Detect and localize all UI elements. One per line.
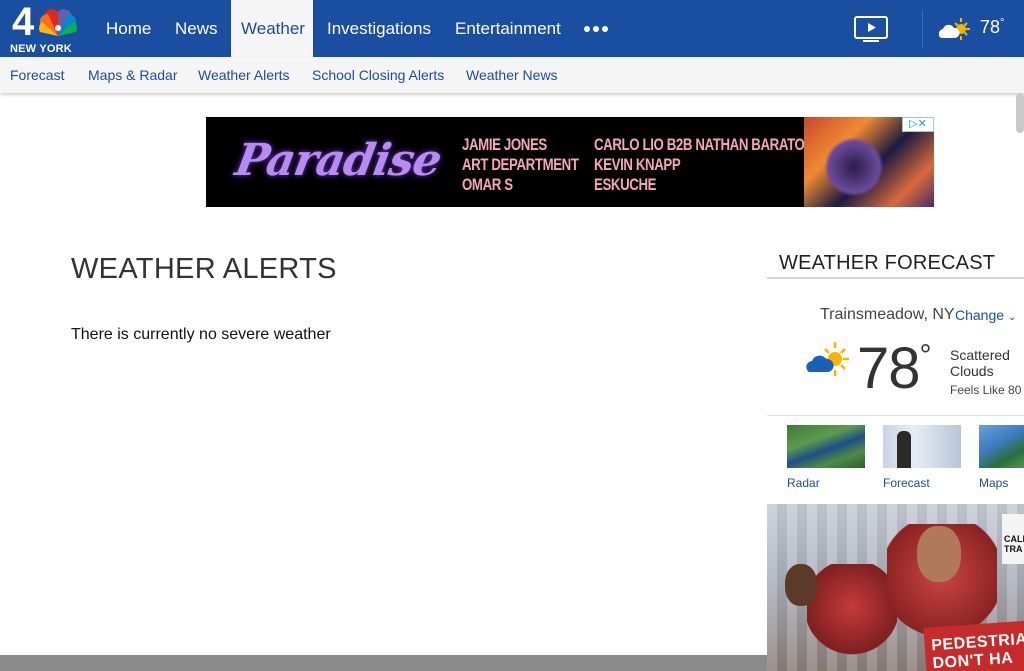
subnav-weather-alerts[interactable]: Weather Alerts	[198, 57, 290, 93]
maps-thumbnail[interactable]	[979, 425, 1024, 468]
page-title: WEATHER ALERTS	[71, 253, 337, 285]
no-alerts-message: There is currently no severe weather	[71, 326, 331, 343]
ad-lineup-col1: JAMIE JONES ART DEPARTMENT OMAR S	[462, 135, 579, 194]
logo-number: 4	[12, 0, 34, 44]
nav-investigations[interactable]: Investigations	[317, 0, 441, 57]
top-nav: 4 NEW YORK Home News Weather Investigati…	[0, 0, 1024, 57]
peacock-icon	[39, 9, 77, 36]
ad-lineup-col2: CARLO LIO B2B NATHAN BARATO KEVIN KNAPP …	[594, 135, 805, 194]
widget-title: WEATHER FORECAST	[779, 252, 996, 274]
ad-banner[interactable]: Paradise JAMIE JONES ART DEPARTMENT OMAR…	[206, 117, 934, 207]
video-play-icon[interactable]	[853, 15, 889, 43]
promo-badge-text: CALIFORNIA TRA SAF	[1004, 534, 1024, 554]
partly-cloudy-sun-icon[interactable]	[937, 16, 973, 42]
maps-link[interactable]: Maps	[979, 476, 1008, 490]
subnav-maps-radar[interactable]: Maps & Radar	[88, 57, 177, 93]
nav-news[interactable]: News	[165, 0, 228, 57]
horizontal-scrollbar[interactable]	[0, 655, 767, 671]
nav-home[interactable]: Home	[96, 0, 161, 57]
weather-subnav: Forecast Maps & Radar Weather Alerts Sch…	[0, 57, 1024, 93]
scrollbar-thumb[interactable]	[1016, 93, 1024, 133]
feels-like: Feels Like 80 °	[950, 383, 1024, 397]
forecast-thumbnail[interactable]	[883, 425, 961, 468]
radar-link[interactable]: Radar	[787, 476, 820, 490]
current-condition: Scattered Clouds	[950, 347, 1010, 379]
partly-cloudy-sun-icon	[806, 342, 849, 376]
forecast-location: Trainsmeadow, NY	[820, 306, 955, 323]
more-dots-icon[interactable]	[584, 26, 608, 36]
promo-banner-text: PEDESTRIA DON'T HA	[930, 630, 1024, 671]
nbc4-logo[interactable]: 4 NEW YORK	[8, 0, 82, 55]
ad-brand: Paradise	[231, 135, 445, 186]
widget-title-divider	[767, 277, 1024, 279]
nav-divider	[922, 10, 923, 48]
subnav-weather-news[interactable]: Weather News	[466, 57, 558, 93]
subnav-forecast[interactable]: Forecast	[10, 57, 64, 93]
subnav-school-closing-alerts[interactable]: School Closing Alerts	[312, 57, 444, 93]
weather-forecast-widget: WEATHER FORECAST Trainsmeadow, NY Change…	[767, 240, 1024, 671]
logo-city: NEW YORK	[10, 43, 72, 55]
widget-divider	[767, 415, 1024, 416]
nav-entertainment[interactable]: Entertainment	[445, 0, 571, 57]
chevron-down-icon: ⌄	[1007, 312, 1017, 323]
current-temperature: 78°	[857, 336, 932, 401]
adchoices-icon[interactable]: ▷✕	[902, 117, 934, 132]
nav-weather[interactable]: Weather	[231, 0, 313, 57]
change-location-link[interactable]: Change ⌄	[955, 307, 1016, 323]
forecast-link[interactable]: Forecast	[883, 476, 930, 490]
promo-ad[interactable]: CALIFORNIA TRA SAF PEDESTRIA DON'T HA	[767, 504, 1024, 671]
header-temp[interactable]: 78°	[980, 17, 1004, 38]
radar-thumbnail[interactable]	[787, 425, 865, 468]
